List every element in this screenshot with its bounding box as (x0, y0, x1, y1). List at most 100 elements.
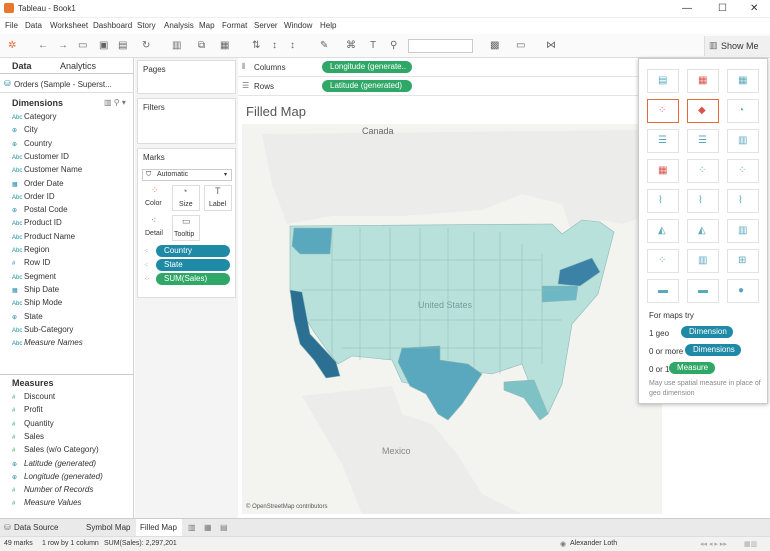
tab-symbol-map[interactable]: Symbol Map (86, 523, 130, 532)
pin-icon[interactable]: ⚲ (390, 40, 397, 51)
menu-map[interactable]: Map (199, 21, 215, 30)
showme-side-by-side-circles-tile[interactable]: ⁘ (727, 159, 759, 183)
tab-data-source[interactable]: Data Source (14, 523, 58, 532)
dimension-field[interactable]: ⊕ City (12, 125, 38, 134)
status-user[interactable]: Alexander Loth (570, 540, 617, 547)
showme-lines-discrete-tile[interactable]: ⌇ (687, 189, 719, 213)
tab-analytics[interactable]: Analytics (60, 61, 96, 71)
showme-treemap-tile[interactable]: ▦ (647, 159, 679, 183)
maximize-icon[interactable]: ☐ (718, 3, 727, 14)
color-button[interactable]: ⁘ Color (142, 185, 170, 211)
showme-lines-continuous-tile[interactable]: ⌇ (647, 189, 679, 213)
measure-field[interactable]: # Measure Values (12, 498, 82, 507)
menu-analysis[interactable]: Analysis (164, 21, 194, 30)
label-button[interactable]: T Label (204, 185, 232, 211)
fit-dropdown[interactable] (408, 39, 473, 53)
showme-horizontal-bars-tile[interactable]: ☰ (647, 129, 679, 153)
clear-sheet-icon[interactable]: ▦ (220, 40, 229, 51)
longitude-pill[interactable]: Longitude (generate.. (322, 61, 412, 73)
country-pill[interactable]: Country (156, 245, 230, 257)
dimension-field[interactable]: ▦ Ship Date (12, 285, 59, 294)
pause-updates-icon[interactable]: ▤ (118, 40, 127, 51)
measure-field[interactable]: # Sales (w/o Category) (12, 445, 99, 454)
dimension-field[interactable]: Abc Customer Name (12, 165, 82, 174)
state-pill[interactable]: State (156, 259, 230, 271)
state-pennsylvania[interactable] (541, 285, 579, 303)
sum-sales-pill[interactable]: SUM(Sales) (156, 273, 230, 285)
minimize-icon[interactable]: — (682, 3, 692, 14)
showme-text-table-tile[interactable]: ▤ (647, 69, 679, 93)
showme-highlight-table-tile[interactable]: ▦ (727, 69, 759, 93)
view-toggle-icon[interactable]: ▥ ⚲ ▾ (104, 98, 126, 107)
measure-field[interactable]: # Profit (12, 405, 43, 414)
duplicate-icon[interactable]: ⧉ (198, 40, 205, 51)
close-icon[interactable]: ✕ (750, 3, 758, 14)
nav-arrows-icon[interactable]: ◂◂ ◂ ▸ ▸▸ (700, 540, 727, 548)
new-dashboard-icon[interactable]: ▦ (204, 523, 212, 532)
save-icon[interactable]: ▭ (78, 40, 87, 51)
new-worksheet-icon[interactable]: ▥ (172, 40, 181, 51)
menu-worksheet[interactable]: Worksheet (50, 21, 88, 30)
showme-heat-map-tile[interactable]: ▦ (687, 69, 719, 93)
share-icon[interactable]: ⋈ (546, 40, 556, 51)
showme-packed-bubbles-tile[interactable]: ● (727, 279, 759, 303)
showme-circle-views-tile[interactable]: ⁘ (687, 159, 719, 183)
menu-dashboard[interactable]: Dashboard (93, 21, 132, 30)
measure-field[interactable]: # Quantity (12, 419, 54, 428)
pages-card[interactable]: Pages (137, 60, 236, 94)
dimension-field[interactable]: ⊕ Country (12, 139, 52, 148)
showme-bullet-graph-tile[interactable]: ▬ (687, 279, 719, 303)
showme-dual-lines-tile[interactable]: ⌇ (727, 189, 759, 213)
measure-field[interactable]: ⊕ Longitude (generated) (12, 472, 103, 481)
menu-story[interactable]: Story (137, 21, 156, 30)
detail-button[interactable]: ⁖ Detail (142, 215, 170, 241)
dimension-field[interactable]: Abc Region (12, 245, 49, 254)
sort-desc-icon[interactable]: ↕ (290, 40, 295, 51)
dimension-field[interactable]: Abc Order ID (12, 192, 55, 201)
menu-window[interactable]: Window (284, 21, 312, 30)
undo-icon[interactable]: ← (38, 40, 48, 51)
dimension-field[interactable]: Abc Customer ID (12, 152, 69, 161)
showme-histogram-tile[interactable]: ▥ (687, 249, 719, 273)
filled-map[interactable]: Canada United States Mexico © OpenStreet… (242, 124, 662, 514)
dimension-field[interactable]: Abc Sub-Category (12, 325, 73, 334)
columns-shelf[interactable]: ⦀ Columns Longitude (generate.. (238, 58, 638, 77)
measure-field[interactable]: # Discount (12, 392, 55, 401)
filters-card[interactable]: Filters (137, 98, 236, 144)
showme-area-discrete-tile[interactable]: ◭ (687, 219, 719, 243)
dimension-field[interactable]: # Row ID (12, 258, 50, 267)
group-icon[interactable]: ⌘ (346, 40, 356, 51)
showme-stacked-bars-tile[interactable]: ☰ (687, 129, 719, 153)
menu-server[interactable]: Server (254, 21, 278, 30)
refresh-icon[interactable]: ↻ (142, 40, 150, 51)
tableau-icon[interactable]: ✲ (8, 40, 16, 51)
dimension-field[interactable]: Abc Product Name (12, 232, 75, 241)
dimension-field[interactable]: Abc Segment (12, 272, 56, 281)
show-me-button[interactable]: ▥ Show Me (704, 36, 770, 56)
showme-pie-chart-tile[interactable]: ◔ (727, 99, 759, 123)
dimension-field[interactable]: Abc Product ID (12, 218, 62, 227)
swap-icon[interactable]: ⇅ (252, 40, 260, 51)
showme-scatter-plot-tile[interactable]: ⁘ (647, 249, 679, 273)
rows-shelf[interactable]: ☰ Rows Latitude (generated) (238, 77, 638, 96)
measure-field[interactable]: # Number of Records (12, 485, 93, 494)
dimension-field[interactable]: ⊕ Postal Code (12, 205, 68, 214)
redo-icon[interactable]: → (58, 40, 68, 51)
label-icon[interactable]: T (370, 40, 376, 51)
show-cards-icon[interactable]: ▩ (490, 40, 499, 51)
new-datasource-icon[interactable]: ▣ (99, 40, 108, 51)
dimension-field[interactable]: ⊕ State (12, 312, 43, 321)
menu-format[interactable]: Format (222, 21, 247, 30)
measure-field[interactable]: # Sales (12, 432, 44, 441)
dimension-field[interactable]: Abc Ship Mode (12, 298, 62, 307)
menu-file[interactable]: File (5, 21, 18, 30)
showme-dual-combination-tile[interactable]: ▥ (727, 219, 759, 243)
state-washington[interactable] (291, 227, 333, 255)
tab-data[interactable]: Data (12, 61, 32, 71)
showme-filled-map-tile[interactable]: ◆ (687, 99, 719, 123)
measure-field[interactable]: ⊕ Latitude (generated) (12, 459, 96, 468)
dimension-field[interactable]: Abc Measure Names (12, 338, 83, 347)
showme-symbol-map-tile[interactable]: ⁘ (647, 99, 679, 123)
latitude-pill[interactable]: Latitude (generated) (322, 80, 412, 92)
new-worksheet-icon[interactable]: ▥ (188, 523, 196, 532)
